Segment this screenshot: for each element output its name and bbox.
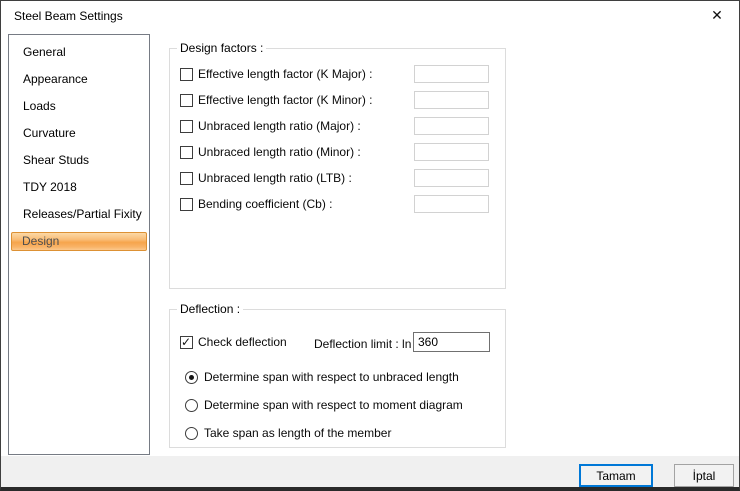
ok-button[interactable]: Tamam [579,464,653,487]
factor-row-unbraced-length-ratio-minor: ✓ Unbraced length ratio (Minor) : [170,139,505,165]
unbraced-length-ratio-ltb-checkbox[interactable]: ✓ [180,172,193,185]
factor-label: Unbraced length ratio (LTB) : [198,171,352,185]
check-deflection-checkbox[interactable]: ✓ [180,336,193,349]
sidebar-item-appearance[interactable]: Appearance [11,66,147,93]
bending-coefficient-cb-checkbox[interactable]: ✓ [180,198,193,211]
effective-length-factor-k-minor-input[interactable] [414,91,489,109]
sidebar-item-curvature[interactable]: Curvature [11,120,147,147]
cancel-button[interactable]: İptal [674,464,734,487]
deflection-group-title: Deflection : [177,302,243,316]
factor-row-unbraced-length-ratio-ltb: ✓ Unbraced length ratio (LTB) : [170,165,505,191]
radio-row-take-span-as-length-of-the-member: Take span as length of the member [185,426,391,440]
factor-row-unbraced-length-ratio-major: ✓ Unbraced length ratio (Major) : [170,113,505,139]
deflection-group: Deflection : ✓ Check deflection Deflecti… [169,309,506,448]
factor-row-effective-length-factor-k-minor: ✓ Effective length factor (K Minor) : [170,87,505,113]
unbraced-length-ratio-major-input[interactable] [414,117,489,135]
close-icon[interactable]: ✕ [708,6,726,24]
factor-row-effective-length-factor-k-major: ✓ Effective length factor (K Major) : [170,61,505,87]
design-factors-group: Design factors : ✓Effective length facto… [169,48,506,289]
effective-length-factor-k-minor-checkbox[interactable]: ✓ [180,94,193,107]
check-deflection-label: Check deflection [198,335,287,349]
design-factors-group-title: Design factors : [177,41,266,55]
checkmark-icon: ✓ [181,335,191,349]
factor-label: Unbraced length ratio (Minor) : [198,145,361,159]
sidebar-item-general[interactable]: General [11,39,147,66]
category-list: GeneralAppearanceLoadsCurvatureShear Stu… [8,34,150,455]
factor-label: Unbraced length ratio (Major) : [198,119,361,133]
factor-label: Bending coefficient (Cb) : [198,197,333,211]
title-bar: Steel Beam Settings ✕ [1,1,739,30]
sidebar-item-loads[interactable]: Loads [11,93,147,120]
radio-label: Take span as length of the member [204,426,391,440]
factor-label: Effective length factor (K Minor) : [198,93,373,107]
radio-row-determine-span-with-respect-to-moment-diagram: Determine span with respect to moment di… [185,398,463,412]
sidebar-item-design[interactable]: Design [11,232,147,251]
determine-span-with-respect-to-moment-diagram-radio[interactable] [185,399,198,412]
unbraced-length-ratio-ltb-input[interactable] [414,169,489,187]
sidebar-item-tdy-2018[interactable]: TDY 2018 [11,174,147,201]
footer-bar: Tamam İptal [1,456,739,487]
window-title: Steel Beam Settings [14,9,123,23]
determine-span-with-respect-to-unbraced-length-radio[interactable] [185,371,198,384]
effective-length-factor-k-major-input[interactable] [414,65,489,83]
deflection-limit-input[interactable] [413,332,490,352]
bending-coefficient-cb-input[interactable] [414,195,489,213]
factor-row-bending-coefficient-cb: ✓ Bending coefficient (Cb) : [170,191,505,217]
take-span-as-length-of-the-member-radio[interactable] [185,427,198,440]
steel-beam-settings-dialog: Steel Beam Settings ✕ GeneralAppearanceL… [0,0,740,491]
check-deflection-row: ✓ Check deflection [180,335,287,349]
radio-label: Determine span with respect to moment di… [204,398,463,412]
factor-label: Effective length factor (K Major) : [198,67,373,81]
unbraced-length-ratio-minor-input[interactable] [414,143,489,161]
sidebar-item-releases-partial-fixity[interactable]: Releases/Partial Fixity [11,201,147,228]
unbraced-length-ratio-minor-checkbox[interactable]: ✓ [180,146,193,159]
design-factor-rows: ✓ Effective length factor (K Major) : ✓ Eff… [170,61,505,217]
sidebar-item-shear-studs[interactable]: Shear Studs [11,147,147,174]
radio-label: Determine span with respect to unbraced … [204,370,459,384]
effective-length-factor-k-major-checkbox[interactable]: ✓ [180,68,193,81]
unbraced-length-ratio-major-checkbox[interactable]: ✓ [180,120,193,133]
deflection-limit-label: Deflection limit : ln / [314,337,418,351]
radio-row-determine-span-with-respect-to-unbraced-length: Determine span with respect to unbraced … [185,370,459,384]
